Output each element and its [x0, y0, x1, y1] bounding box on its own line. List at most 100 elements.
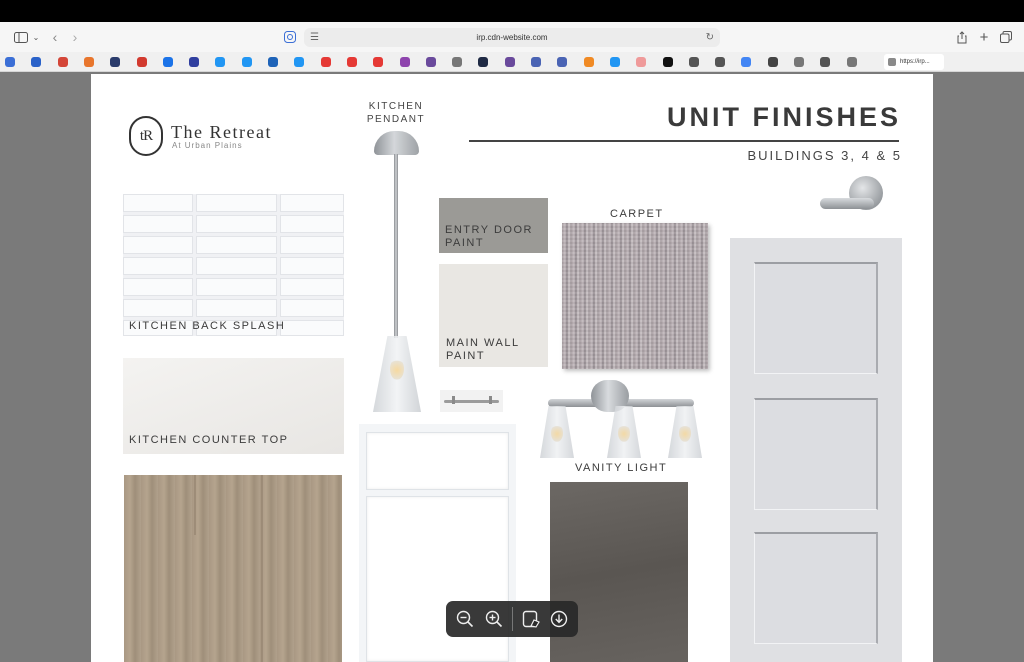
brand-subtitle: At Urban Plains: [172, 141, 243, 150]
subway-tile: [280, 194, 344, 212]
url-text: irp.cdn-website.com: [476, 33, 548, 42]
favorite-site-icon[interactable]: [820, 57, 830, 67]
toolbar-separator: [512, 607, 513, 631]
door-lever-arm: [820, 198, 874, 209]
favorite-site-icon[interactable]: [215, 57, 225, 67]
new-tab-icon[interactable]: +: [976, 22, 992, 52]
carpet-texture: [562, 223, 708, 369]
subway-tile: [196, 215, 277, 233]
favorite-site-icon[interactable]: [373, 57, 383, 67]
annotate-icon[interactable]: [516, 601, 546, 637]
plank-seam: [261, 475, 263, 662]
vanity-light-label: VANITY LIGHT: [575, 462, 668, 474]
subway-tile: [280, 320, 344, 336]
extension-icon[interactable]: [282, 22, 298, 52]
back-icon[interactable]: ‹: [48, 22, 62, 52]
subway-tile: [123, 278, 193, 296]
favorite-site-icon[interactable]: [347, 57, 357, 67]
favorite-site-icon[interactable]: [321, 57, 331, 67]
zoom-in-icon[interactable]: [479, 601, 509, 637]
plank-seam: [194, 475, 196, 535]
chevron-down-icon[interactable]: ⌄: [30, 22, 42, 52]
tab-label: https://irp...: [900, 59, 930, 65]
subway-tile: [123, 257, 193, 275]
favorite-site-icon[interactable]: [268, 57, 278, 67]
tab-current[interactable]: https://irp...: [884, 54, 944, 70]
favorites-bar: https://irp...: [0, 52, 1024, 72]
pull-post: [489, 396, 492, 404]
logo-monogram: tR: [139, 127, 153, 144]
pendant-rod: [394, 154, 398, 338]
subway-tile: [196, 299, 277, 317]
address-bar[interactable]: ☰ irp.cdn-website.com ↻: [304, 28, 720, 47]
kitchen-countertop-label: KITCHEN COUNTER TOP: [129, 434, 289, 446]
interior-door-swatch: [730, 238, 902, 662]
entry-door-paint-label-line1: ENTRY DOOR: [445, 224, 533, 236]
logo-mark: tR: [129, 116, 163, 156]
finish-board-page: tR The Retreat At Urban Plains KITCHEN P…: [91, 74, 933, 662]
favorite-site-icon[interactable]: [163, 57, 173, 67]
door-panel: [754, 532, 878, 644]
pull-post: [452, 396, 455, 404]
forward-icon[interactable]: ›: [68, 22, 82, 52]
carpet-label: CARPET: [610, 208, 664, 220]
favorite-site-icon[interactable]: [242, 57, 252, 67]
favorite-site-icon[interactable]: [189, 57, 199, 67]
subway-tile: [123, 215, 193, 233]
main-wall-paint-label: MAIN WALL PAINT: [446, 337, 520, 363]
favorite-site-icon[interactable]: [452, 57, 462, 67]
favorite-site-icon[interactable]: [58, 57, 68, 67]
favorite-site-icon[interactable]: [715, 57, 725, 67]
subway-tile: [123, 194, 193, 212]
zoom-out-icon[interactable]: [450, 601, 480, 637]
carpet-swatch: [562, 223, 708, 369]
subway-tile: [280, 278, 344, 296]
vanity-bulb: [551, 424, 563, 442]
favorite-site-icon[interactable]: [610, 57, 620, 67]
flooring-swatch: [124, 475, 342, 662]
favorite-site-icon[interactable]: [768, 57, 778, 67]
page-subtitle: BUILDINGS 3, 4 & 5: [747, 148, 902, 163]
kitchen-backsplash-swatch: [123, 194, 344, 336]
favorite-site-icon[interactable]: [584, 57, 594, 67]
main-wall-paint-label-line1: MAIN WALL: [446, 337, 520, 349]
pendant-bulb: [390, 358, 404, 380]
subway-tile: [123, 299, 193, 317]
favorite-site-icon[interactable]: [110, 57, 120, 67]
tab-overview-icon[interactable]: [998, 22, 1014, 52]
favorite-site-icon[interactable]: [557, 57, 567, 67]
favorite-site-icon[interactable]: [847, 57, 857, 67]
subway-tile: [280, 215, 344, 233]
favorite-site-icon[interactable]: [478, 57, 488, 67]
favorite-site-icon[interactable]: [31, 57, 41, 67]
subway-tile: [123, 236, 193, 254]
cabinet-pull-swatch: [440, 390, 503, 412]
favorite-site-icon[interactable]: [689, 57, 699, 67]
favorite-site-icon[interactable]: [636, 57, 646, 67]
favorite-site-icon[interactable]: [400, 57, 410, 67]
main-wall-paint-label-line2: PAINT: [446, 350, 486, 362]
favorite-site-icon[interactable]: [84, 57, 94, 67]
reload-icon[interactable]: ↻: [706, 28, 714, 47]
download-icon[interactable]: [544, 601, 574, 637]
subway-tile: [280, 257, 344, 275]
pdf-viewer[interactable]: tR The Retreat At Urban Plains KITCHEN P…: [0, 72, 1024, 662]
favorite-site-icon[interactable]: [741, 57, 751, 67]
favorite-site-icon[interactable]: [794, 57, 804, 67]
favorite-site-icon[interactable]: [531, 57, 541, 67]
favorite-site-icon[interactable]: [505, 57, 515, 67]
kitchen-pendant-label-line1: KITCHEN: [368, 101, 424, 112]
subway-tile: [196, 278, 277, 296]
favorite-site-icon[interactable]: [426, 57, 436, 67]
window-top-bar: [0, 0, 1024, 22]
kitchen-pendant-label: KITCHEN PENDANT: [361, 100, 431, 126]
pdf-zoom-toolbar: [446, 601, 578, 637]
favorite-site-icon[interactable]: [5, 57, 15, 67]
favorite-site-icon[interactable]: [137, 57, 147, 67]
drawer-front: [366, 432, 509, 490]
favorite-site-icon[interactable]: [663, 57, 673, 67]
favorite-site-icon[interactable]: [294, 57, 304, 67]
share-icon[interactable]: [954, 22, 970, 52]
entry-door-paint-label: ENTRY DOOR PAINT: [445, 224, 533, 250]
page-favicon-icon: [888, 58, 896, 66]
